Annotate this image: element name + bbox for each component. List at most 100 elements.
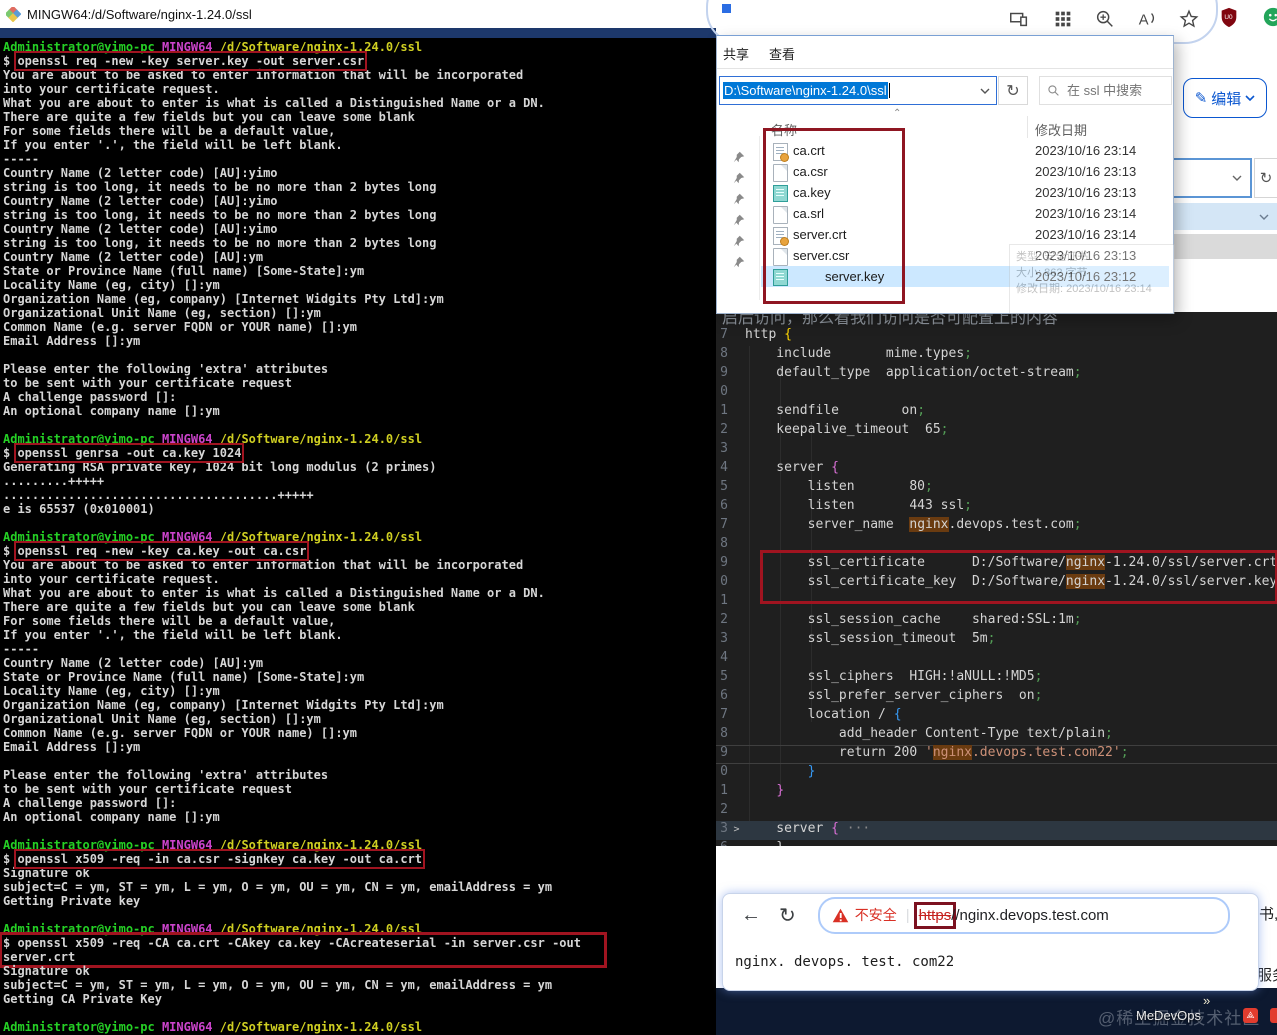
ublock-shield-icon[interactable]: U0 bbox=[1218, 6, 1240, 28]
terminal-line: Please enter the following 'extra' attri… bbox=[3, 362, 715, 376]
terminal-line: subject=C = ym, ST = ym, L = ym, O = ym,… bbox=[3, 978, 715, 992]
line-number: 1 bbox=[716, 403, 728, 418]
file-name: server.key bbox=[825, 269, 884, 284]
file-row[interactable]: ca.csr2023/10/16 23:13 bbox=[717, 161, 1173, 182]
terminal-line: Administrator@yimo-pc MINGW64 /d/Softwar… bbox=[3, 40, 715, 54]
line-number: 0 bbox=[716, 574, 728, 589]
terminal-line: A challenge password []: bbox=[3, 796, 715, 810]
pin-icon bbox=[733, 192, 745, 204]
refresh-button[interactable]: ↻ bbox=[998, 76, 1028, 105]
file-name: server.csr bbox=[793, 248, 849, 263]
terminal-line: For some fields there will be a default … bbox=[3, 124, 715, 138]
terminal-title: MINGW64:/d/Software/nginx-1.24.0/ssl bbox=[27, 7, 252, 22]
terminal-line: Administrator@yimo-pc MINGW64 /d/Softwar… bbox=[3, 1020, 715, 1034]
terminal-line: You are about to be asked to enter infor… bbox=[3, 558, 715, 572]
terminal-line: What you are about to enter is what is c… bbox=[3, 96, 715, 110]
read-aloud-icon[interactable]: A bbox=[1136, 8, 1158, 30]
terminal-line: An optional company name []:ym bbox=[3, 404, 715, 418]
terminal-line: Please enter the following 'extra' attri… bbox=[3, 768, 715, 782]
terminal-line: Country Name (2 letter code) [AU]:ym bbox=[3, 250, 715, 264]
separator: | bbox=[906, 907, 910, 924]
line-number: 3 bbox=[716, 441, 728, 456]
clipped-text-bottom: 服务 bbox=[1257, 964, 1277, 985]
file-date: 2023/10/16 23:14 bbox=[1035, 206, 1136, 221]
chevron-down-icon[interactable] bbox=[980, 86, 990, 96]
code-editor: 启后访问，那么看我们访问是否可配置上的内容 7 http {8 include … bbox=[716, 312, 1277, 846]
terminal-title-bar[interactable]: MINGW64:/d/Software/nginx-1.24.0/ssl bbox=[0, 0, 716, 29]
terminal-line: Email Address []:ym bbox=[3, 334, 715, 348]
line-number: 6 bbox=[716, 498, 728, 513]
line-number: 9 bbox=[716, 555, 728, 570]
extension-icon[interactable] bbox=[1262, 6, 1277, 28]
terminal-line bbox=[3, 1006, 715, 1020]
pin-icon bbox=[733, 171, 745, 183]
terminal-output[interactable]: Administrator@yimo-pc MINGW64 /d/Softwar… bbox=[3, 40, 715, 1034]
annotation-boxed-command: openssl req -new -key server.key -out se… bbox=[17, 54, 364, 68]
back-button[interactable]: ← bbox=[741, 904, 761, 927]
pin-icon bbox=[733, 150, 745, 162]
column-header-date[interactable]: 修改日期 bbox=[1035, 120, 1087, 139]
code-line: 5 ssl_ciphers HIGH:!aNULL:!MD5; bbox=[716, 669, 1277, 688]
file-row[interactable]: server.crt2023/10/16 23:14 bbox=[717, 224, 1173, 245]
file-row[interactable]: ca.crt2023/10/16 23:14 bbox=[717, 140, 1173, 161]
svg-text:A: A bbox=[1139, 13, 1149, 29]
cert-file-icon bbox=[773, 143, 787, 159]
search-input[interactable] bbox=[1065, 82, 1169, 99]
line-number: 7 bbox=[716, 327, 728, 342]
code-line: 9 ssl_certificate D:/Software/nginx-1.24… bbox=[716, 555, 1277, 574]
code-lines[interactable]: 7 http {8 include mime.types;9 default_t… bbox=[716, 327, 1277, 846]
terminal-line: string is too long, it needs to be no mo… bbox=[3, 236, 715, 250]
terminal-line: For some fields there will be a default … bbox=[3, 614, 715, 628]
terminal-line bbox=[3, 418, 715, 432]
code-line: 4 bbox=[716, 650, 1277, 669]
code-line: 3 ssl_session_timeout 5m; bbox=[716, 631, 1277, 650]
line-number: 3 bbox=[716, 821, 728, 836]
terminal-line: ----- bbox=[3, 642, 715, 656]
terminal-line: $ openssl req -new -key ca.key -out ca.c… bbox=[3, 544, 715, 558]
line-number: 8 bbox=[716, 346, 728, 361]
terminal-window: MINGW64:/d/Software/nginx-1.24.0/ssl Adm… bbox=[0, 0, 716, 1035]
terminal-line: State or Province Name (full name) [Some… bbox=[3, 670, 715, 684]
code-line: 2 keepalive_timeout 65; bbox=[716, 422, 1277, 441]
background-refresh-button[interactable]: ↻ bbox=[1254, 158, 1277, 198]
chevron-down-icon bbox=[1232, 173, 1242, 183]
cert-file-icon bbox=[773, 227, 787, 243]
search-box[interactable] bbox=[1039, 76, 1172, 105]
address-pill[interactable]: 不安全 | https //nginx.devops.test.com bbox=[818, 897, 1230, 934]
pencil-icon: ✎ bbox=[1195, 89, 1208, 107]
page-body-text: nginx. devops. test. com22 bbox=[735, 954, 954, 970]
terminal-line: $ openssl x509 -req -CA ca.crt -CAkey ca… bbox=[3, 936, 715, 964]
code-line: 6 ssl_prefer_server_ciphers on; bbox=[716, 688, 1277, 707]
pin-icon bbox=[733, 234, 745, 246]
reload-button[interactable]: ↻ bbox=[779, 903, 796, 928]
code-line: 9 default_type application/octet-stream; bbox=[716, 365, 1277, 384]
send-to-devices-icon[interactable] bbox=[1008, 8, 1030, 30]
fold-chevron-icon[interactable]: > bbox=[728, 824, 745, 835]
favorites-star-icon[interactable] bbox=[1178, 8, 1200, 30]
file-row[interactable]: ca.key2023/10/16 23:13 bbox=[717, 182, 1173, 203]
annotation-boxed-command: openssl req -new -key ca.key -out ca.csr bbox=[17, 544, 306, 558]
edit-button[interactable]: ✎ 编辑 bbox=[1183, 78, 1267, 118]
background-address-bar-fragment[interactable] bbox=[1172, 158, 1252, 198]
tab-favicon bbox=[722, 4, 731, 13]
terminal-line: Common Name (e.g. server FQDN or YOUR na… bbox=[3, 320, 715, 334]
terminal-line bbox=[3, 908, 715, 922]
menu-share[interactable]: 共享 bbox=[723, 44, 749, 63]
zoom-icon[interactable] bbox=[1094, 8, 1116, 30]
terminal-line: There are quite a few fields but you can… bbox=[3, 110, 715, 124]
line-number: 7 bbox=[716, 707, 728, 722]
column-separator[interactable] bbox=[1027, 116, 1028, 138]
code-line: 4 server { bbox=[716, 460, 1277, 479]
line-number: 5 bbox=[716, 669, 728, 684]
menu-view[interactable]: 查看 bbox=[769, 44, 795, 63]
file-name: server.crt bbox=[793, 227, 846, 242]
terminal-line: Country Name (2 letter code) [AU]:yimo bbox=[3, 222, 715, 236]
line-number: 4 bbox=[716, 650, 728, 665]
address-bar[interactable]: D:\Software\nginx-1.24.0\ssl bbox=[719, 76, 997, 105]
file-row[interactable]: ca.srl2023/10/16 23:14 bbox=[717, 203, 1173, 224]
apps-grid-icon[interactable] bbox=[1052, 8, 1074, 30]
terminal-line: Organization Name (eg, company) [Interne… bbox=[3, 292, 715, 306]
code-line: 2 ssl_session_cache shared:SSL:1m; bbox=[716, 612, 1277, 631]
file-name: ca.key bbox=[793, 185, 831, 200]
column-header-name[interactable]: 名称 bbox=[771, 120, 797, 139]
